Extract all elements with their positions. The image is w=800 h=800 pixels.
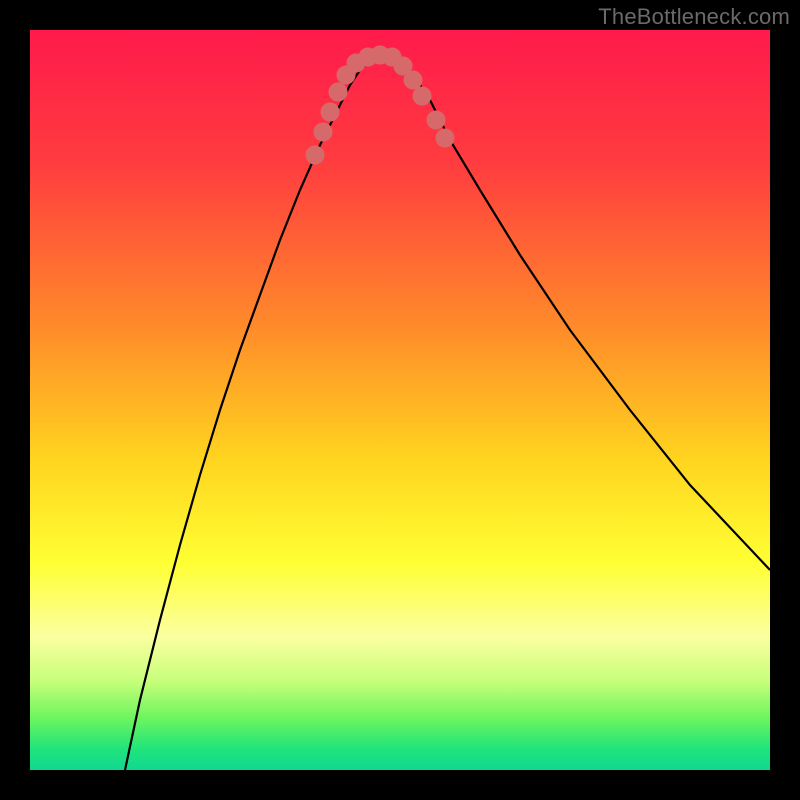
bottleneck-chart bbox=[30, 30, 770, 770]
app-frame: TheBottleneck.com bbox=[0, 0, 800, 800]
curve-marker bbox=[321, 103, 339, 121]
chart-background bbox=[30, 30, 770, 770]
curve-marker bbox=[329, 83, 347, 101]
curve-marker bbox=[306, 146, 324, 164]
curve-marker bbox=[427, 111, 445, 129]
curve-marker bbox=[413, 87, 431, 105]
curve-marker bbox=[404, 71, 422, 89]
curve-marker bbox=[436, 129, 454, 147]
curve-marker bbox=[314, 123, 332, 141]
watermark-text: TheBottleneck.com bbox=[598, 4, 790, 30]
